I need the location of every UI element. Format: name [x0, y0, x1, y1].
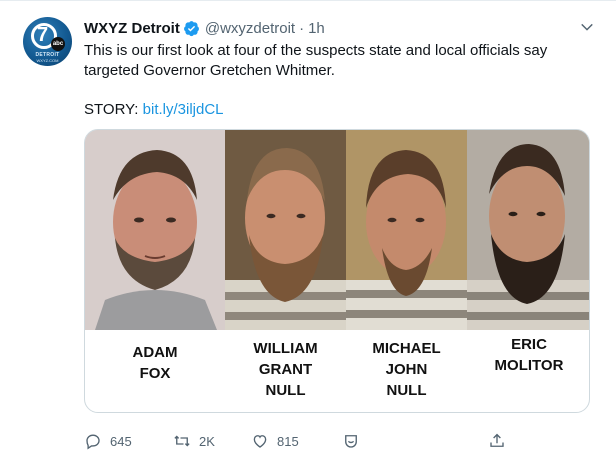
- reply-button[interactable]: 645: [84, 429, 132, 453]
- reaction-icon: [345, 435, 357, 448]
- suspect-name-line: JOHN: [385, 361, 428, 378]
- suspect-name-line: MOLITOR: [494, 357, 564, 374]
- share-button[interactable]: [488, 429, 514, 453]
- story-prefix: STORY:: [84, 101, 143, 118]
- suspect-name-line: MICHAEL: [372, 340, 441, 357]
- like-icon: [253, 435, 267, 448]
- suspect-name-1: ADAM FOX: [85, 342, 225, 384]
- suspect-name-line: NULL: [386, 382, 427, 399]
- suspect-photo-2: [225, 130, 346, 330]
- display-name[interactable]: WXYZ Detroit: [84, 20, 180, 37]
- suspect-name-line: GRANT: [258, 361, 313, 378]
- suspect-name-4: ERIC MOLITOR: [467, 334, 589, 376]
- tweet-text: This is our first look at four of the su…: [84, 42, 548, 79]
- suspect-photo-1: [85, 130, 225, 330]
- retweet-button[interactable]: 2K: [173, 429, 215, 453]
- action-bar: 645 2K 815: [84, 429, 514, 453]
- suspect-name-2: WILLIAM GRANT NULL: [225, 338, 346, 401]
- avatar[interactable]: 7 abc DETROIT WXYZ.COM: [23, 17, 72, 66]
- story-link[interactable]: bit.ly/3iljdCL: [143, 101, 224, 118]
- timestamp[interactable]: 1h: [308, 20, 325, 37]
- suspect-portrait-1: [85, 130, 225, 330]
- chevron-down-icon[interactable]: [578, 18, 596, 36]
- avatar-network-badge: abc: [51, 37, 65, 51]
- story-line: STORY: bit.ly/3iljdCL: [84, 100, 224, 120]
- separator-dot: ·: [299, 19, 305, 37]
- suspect-portrait-2: [225, 130, 346, 330]
- suspect-portrait-4: [467, 130, 589, 330]
- suspect-name-line: ERIC: [511, 336, 547, 353]
- reaction-button[interactable]: [342, 429, 368, 453]
- retweet-icon: [174, 435, 190, 447]
- suspect-name-line: WILLIAM: [253, 340, 318, 357]
- suspect-name-line: FOX: [139, 365, 171, 382]
- suspect-portrait-3: [346, 130, 467, 330]
- handle[interactable]: @wxyzdetroit: [205, 20, 295, 37]
- reply-count: 645: [110, 433, 132, 449]
- reply-icon: [86, 434, 100, 450]
- tweet-card[interactable]: 7 abc DETROIT WXYZ.COM WXYZ Detroit @wxy…: [0, 0, 616, 460]
- avatar-line2: WXYZ.COM: [36, 58, 59, 63]
- media-image[interactable]: ADAM FOX WILLIAM GRANT NULL MICHAEL JOHN…: [84, 129, 590, 413]
- verified-badge-icon: [183, 20, 199, 36]
- suspect-name-line: NULL: [265, 382, 306, 399]
- share-icon: [490, 433, 504, 447]
- retweet-count: 2K: [199, 433, 215, 449]
- like-count: 815: [277, 433, 299, 449]
- suspect-photo-3: [346, 130, 467, 330]
- suspect-photo-4: [467, 130, 589, 330]
- tweet-header: WXYZ Detroit @wxyzdetroit · 1h: [84, 18, 325, 38]
- suspect-name-line: ADAM: [132, 344, 178, 361]
- like-button[interactable]: 815: [251, 429, 299, 453]
- suspect-name-3: MICHAEL JOHN NULL: [346, 338, 467, 401]
